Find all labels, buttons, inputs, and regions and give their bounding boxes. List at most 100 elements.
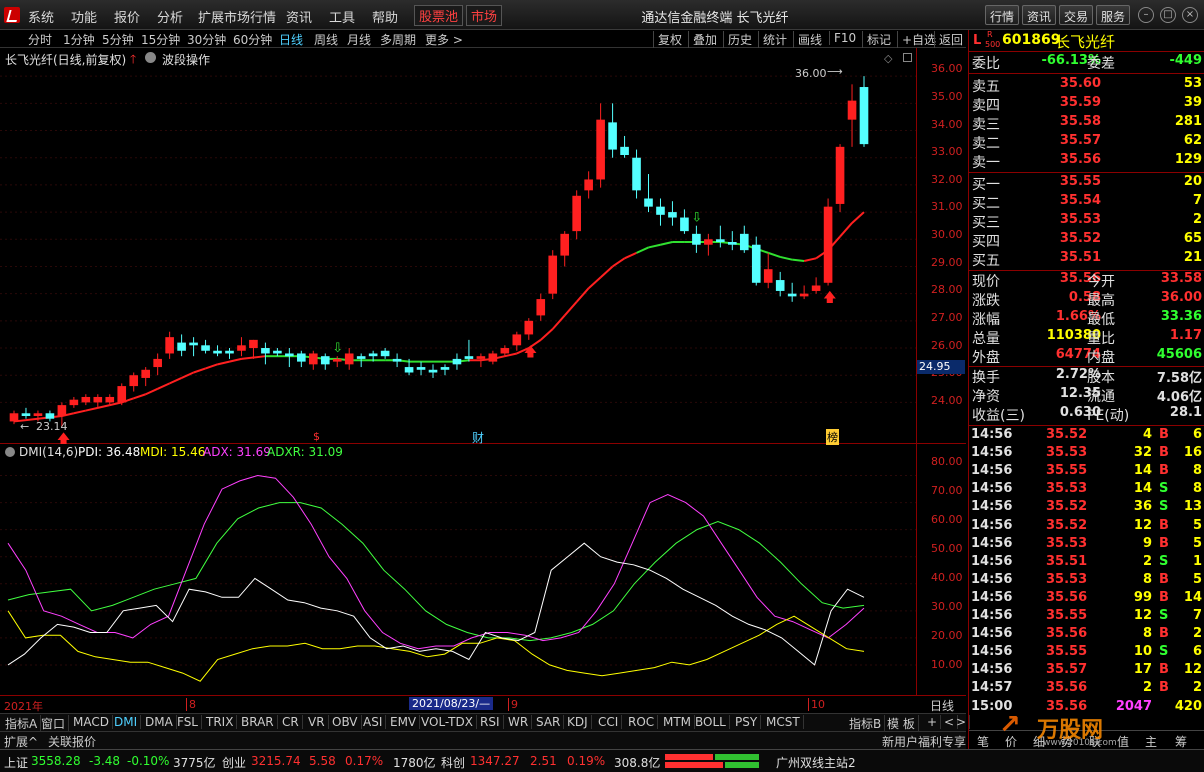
- tab-asi[interactable]: ASI: [360, 715, 387, 729]
- related-quote-button[interactable]: 关联报价: [48, 733, 96, 750]
- ma-line-segment: [229, 357, 242, 363]
- trade-button[interactable]: 交易: [1059, 5, 1094, 25]
- menu-analysis[interactable]: 分析: [157, 7, 183, 26]
- maximize-icon[interactable]: □: [1160, 7, 1176, 23]
- period-60min[interactable]: 60分钟: [233, 31, 272, 48]
- service-button[interactable]: 服务: [1096, 5, 1131, 25]
- tab-roc[interactable]: ROC: [625, 715, 659, 729]
- tool-back[interactable]: 返回: [934, 31, 963, 48]
- period-daily[interactable]: 日线: [279, 31, 303, 48]
- menu-help[interactable]: 帮助: [372, 7, 398, 26]
- tab-window[interactable]: 窗口: [38, 715, 70, 732]
- menu-news[interactable]: 资讯: [286, 7, 312, 26]
- buy-5[interactable]: 买五 35.51 21: [969, 250, 1204, 269]
- news-button[interactable]: 资讯: [1022, 5, 1057, 25]
- sell-3[interactable]: 卖三 35.58 281: [969, 114, 1204, 133]
- buy-3[interactable]: 买三 35.53 2: [969, 212, 1204, 231]
- tab-dmi[interactable]: DMI: [111, 715, 142, 729]
- sell-1[interactable]: 卖一 35.56 129: [969, 152, 1204, 171]
- tab-chips[interactable]: 筹: [1175, 733, 1187, 750]
- marker-ranking[interactable]: 榜: [826, 429, 839, 445]
- tab-emv[interactable]: EMV: [387, 715, 421, 729]
- period-monthly[interactable]: 月线: [347, 31, 371, 48]
- ma-line-segment: [599, 265, 614, 279]
- menu-system[interactable]: 系统: [28, 7, 54, 26]
- index-name[interactable]: 创业: [222, 754, 246, 771]
- tool-f10[interactable]: F10: [829, 31, 856, 45]
- tab-template[interactable]: 模 板: [884, 715, 919, 732]
- tool-adjust[interactable]: 复权: [653, 31, 682, 48]
- tool-statistics[interactable]: 统计: [758, 31, 787, 48]
- tab-brar[interactable]: BRAR: [238, 715, 278, 729]
- tool-add-watchlist[interactable]: +自选: [897, 31, 936, 48]
- tab-boll[interactable]: BOLL: [692, 715, 730, 729]
- tick-direction: B: [1159, 589, 1169, 605]
- tool-overlay[interactable]: 叠加: [688, 31, 717, 48]
- breadth-up: [665, 754, 713, 760]
- tab-sar[interactable]: SAR: [533, 715, 565, 729]
- tab-mcst[interactable]: MCST: [763, 715, 804, 729]
- tab-mtm[interactable]: MTM: [660, 715, 696, 729]
- server-name[interactable]: 广州双线主站2: [776, 754, 856, 771]
- tick-price: 35.57: [1046, 662, 1088, 678]
- menu-market[interactable]: 市场: [466, 5, 503, 26]
- tool-draw[interactable]: 画线: [793, 31, 822, 48]
- dmi-chart-panel[interactable]: DMI(14,6) PDI: 36.48 MDI: 15.46 ADX: 31.…: [0, 444, 966, 695]
- dmi-tick-50: 50.00: [931, 542, 963, 555]
- tab-fsl[interactable]: FSL: [174, 715, 202, 729]
- quote-button[interactable]: 行情: [985, 5, 1020, 25]
- tab-psy[interactable]: PSY: [732, 715, 762, 729]
- index-name[interactable]: 科创: [441, 754, 465, 771]
- new-user-promo[interactable]: 新用户福利专享: [882, 733, 966, 750]
- tab-wr[interactable]: WR: [505, 715, 533, 729]
- buy-4[interactable]: 买四 35.52 65: [969, 231, 1204, 250]
- tab-indicator-a[interactable]: 指标A: [2, 715, 42, 732]
- buy-2[interactable]: 买二 35.54 7: [969, 193, 1204, 212]
- tab-vr[interactable]: VR: [305, 715, 329, 729]
- period-5min[interactable]: 5分钟: [102, 31, 134, 48]
- tab-trix[interactable]: TRIX: [203, 715, 238, 729]
- period-more[interactable]: 更多 >: [425, 31, 463, 48]
- tab-indicator-b[interactable]: 指标B: [846, 715, 886, 732]
- period-30min[interactable]: 30分钟: [187, 31, 226, 48]
- minimize-icon[interactable]: –: [1138, 7, 1154, 23]
- tick-list[interactable]: 14:56 35.52 4 B 6 14:56 35.53 32 B 16 14:56 35.55 14…: [969, 427, 1204, 719]
- menu-tools[interactable]: 工具: [329, 7, 355, 26]
- tick-row: 14:56 35.53 9 B 5: [969, 536, 1204, 554]
- period-weekly[interactable]: 周线: [314, 31, 338, 48]
- sell-2[interactable]: 卖二 35.57 62: [969, 133, 1204, 152]
- tab-kdj[interactable]: KDJ: [564, 715, 592, 729]
- tab-vol-tdx[interactable]: VOL-TDX: [418, 715, 477, 729]
- marker-dollar[interactable]: $: [313, 430, 320, 443]
- period-15min[interactable]: 15分钟: [141, 31, 180, 48]
- close-icon[interactable]: ×: [1182, 7, 1198, 23]
- kline-chart-panel[interactable]: 长飞光纤(日线,前复权) 🡑 波段操作 ◇ 🡅 🡅 🡅 ⇩ ⇩ 36.00 35.00 …: [0, 48, 966, 445]
- tick-direction: B: [1159, 680, 1169, 696]
- buy-price: 35.54: [1059, 193, 1101, 208]
- period-intraday[interactable]: 分时: [28, 31, 52, 48]
- buy-1[interactable]: 买一 35.55 20: [969, 174, 1204, 193]
- sell-4[interactable]: 卖四 35.59 39: [969, 95, 1204, 114]
- tab-macd[interactable]: MACD: [70, 715, 113, 729]
- buy-label: 买四: [972, 234, 1000, 250]
- tab-cci[interactable]: CCI: [595, 715, 623, 729]
- tab-cr[interactable]: CR: [279, 715, 303, 729]
- tick-count: 420: [1174, 698, 1202, 714]
- period-1min[interactable]: 1分钟: [63, 31, 95, 48]
- tool-history[interactable]: 历史: [723, 31, 752, 48]
- tab-dma[interactable]: DMA: [142, 715, 177, 729]
- tool-mark[interactable]: 标记: [862, 31, 891, 48]
- menu-stock-pool[interactable]: 股票池: [414, 5, 464, 26]
- sell-5[interactable]: 卖五 35.60 53: [969, 76, 1204, 95]
- tab-rsi[interactable]: RSI: [477, 715, 504, 729]
- tab-trades[interactable]: 笔: [977, 733, 989, 750]
- menu-extended-market[interactable]: 扩展市场行情: [198, 7, 276, 26]
- menu-quote[interactable]: 报价: [114, 7, 140, 26]
- menu-function[interactable]: 功能: [71, 7, 97, 26]
- period-multi[interactable]: 多周期: [380, 31, 416, 48]
- date-year: 2021年: [4, 700, 43, 713]
- index-name[interactable]: 上证: [4, 754, 28, 771]
- tab-obv[interactable]: OBV: [329, 715, 362, 729]
- expand-button[interactable]: 扩展^: [4, 733, 38, 750]
- tab-add[interactable]: +: [924, 715, 942, 729]
